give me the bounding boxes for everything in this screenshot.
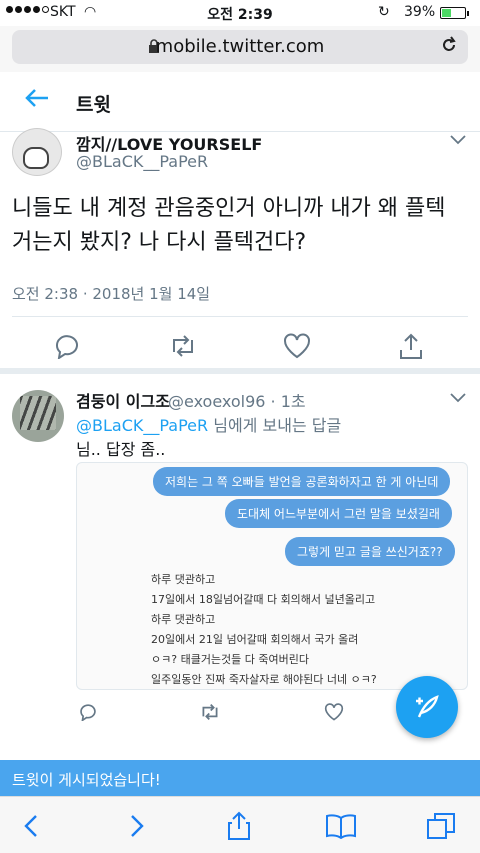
share-icon[interactable] bbox=[394, 330, 428, 362]
reply-author-handle[interactable]: @exoexol96 · 1초 bbox=[168, 388, 306, 412]
chat-bubble: 저희는 그 쪽 오빠들 발언을 공론화하자고 한 게 아닌데 bbox=[153, 467, 451, 496]
browser-chrome: mobile.twitter.com bbox=[0, 26, 480, 72]
like-icon[interactable] bbox=[280, 330, 314, 362]
reply-author-display-name[interactable]: 겸둥이 이그조 bbox=[76, 388, 170, 412]
compose-tweet-button[interactable] bbox=[396, 676, 458, 738]
feather-icon bbox=[416, 695, 439, 718]
chat-line: 하루 댓관하고 bbox=[151, 573, 216, 586]
battery-percent: 39% bbox=[404, 4, 436, 20]
back-icon[interactable] bbox=[14, 811, 48, 841]
bookmarks-icon[interactable] bbox=[324, 811, 358, 841]
forward-icon[interactable] bbox=[120, 811, 154, 841]
retweet-icon[interactable] bbox=[198, 700, 222, 724]
tweet-timestamp: 오전 2:38 · 2018년 1월 14일 bbox=[12, 285, 211, 303]
page-title: 트윗 bbox=[76, 94, 111, 116]
chat-bubble: 도대체 어느부분에서 그런 말을 보셨길래 bbox=[225, 499, 452, 528]
tweet-text: 니들도 내 계정 관음중인거 아니까 내가 왜 플텍 거는지 봤지? 나 다시 … bbox=[12, 196, 446, 255]
chat-line: ㅇㅋ? 태클거는것들 다 죽여버린다 bbox=[151, 653, 310, 666]
rotation-lock-icon: ↻ bbox=[378, 4, 390, 20]
back-arrow-icon[interactable] bbox=[24, 86, 50, 116]
chevron-down-icon[interactable] bbox=[450, 388, 466, 407]
browser-toolbar bbox=[0, 796, 480, 853]
avatar[interactable] bbox=[12, 390, 64, 442]
reload-icon[interactable] bbox=[440, 35, 458, 60]
like-icon[interactable] bbox=[322, 700, 346, 724]
reply-text: 님.. 답장 좀.. bbox=[76, 440, 166, 459]
tweet-actions bbox=[0, 330, 480, 366]
replying-to-suffix: 님에게 보내는 답글 bbox=[208, 416, 342, 435]
chat-line: 20일에서 21일 넘어갈때 회의해서 국가 올려 bbox=[151, 633, 359, 646]
address-bar[interactable]: mobile.twitter.com bbox=[12, 30, 468, 64]
mention-link[interactable]: @BLaCK__PaPeR bbox=[76, 416, 208, 435]
reply-icon[interactable] bbox=[76, 700, 100, 724]
author-handle[interactable]: @BLaCK__PaPeR bbox=[76, 152, 208, 171]
section-gap bbox=[0, 368, 480, 374]
chat-line: 하루 댓관하고 bbox=[151, 613, 216, 626]
chat-line: 17일에서 18일넘어갈때 다 회의해서 널년올리고 bbox=[151, 593, 376, 606]
reply-icon[interactable] bbox=[50, 330, 84, 362]
page-header: 트윗 bbox=[0, 72, 480, 132]
tabs-icon[interactable] bbox=[424, 811, 458, 841]
divider bbox=[12, 316, 468, 317]
battery-icon bbox=[440, 7, 469, 19]
chat-line: 일주일동안 진짜 죽자살자로 해야된다 너네 ㅇㅋ? bbox=[151, 673, 377, 686]
replying-to: @BLaCK__PaPeR 님에게 보내는 답글 bbox=[76, 412, 341, 436]
toast-message: 트윗이 게시되었습니다! bbox=[0, 760, 480, 796]
attached-image[interactable]: 저희는 그 쪽 오빠들 발언을 공론화하자고 한 게 아닌데 도대체 어느부분에… bbox=[76, 462, 468, 690]
url-text: mobile.twitter.com bbox=[155, 36, 325, 57]
chat-bubble: 그렇게 믿고 글을 쓰신거죠?? bbox=[285, 537, 455, 566]
share-icon[interactable] bbox=[222, 811, 256, 841]
avatar[interactable] bbox=[12, 128, 62, 176]
chevron-down-icon[interactable] bbox=[450, 130, 466, 149]
retweet-icon[interactable] bbox=[166, 330, 200, 362]
status-bar: SKT ◠ 오전 2:39 ↻ 39% bbox=[0, 0, 480, 26]
